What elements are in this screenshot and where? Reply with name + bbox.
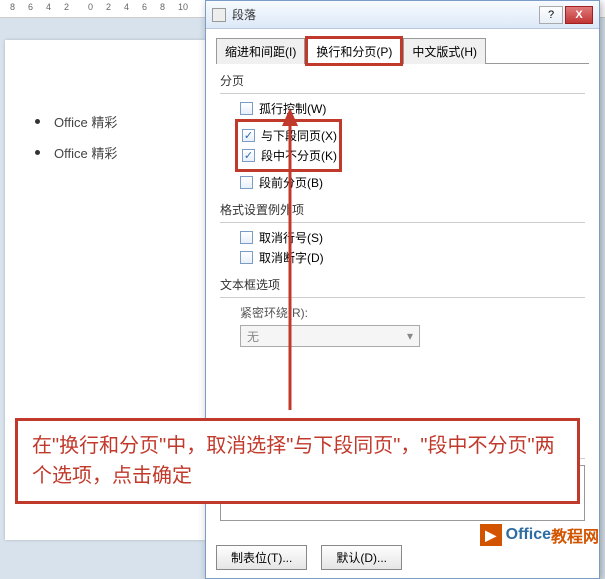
page-break-before-checkbox[interactable] <box>240 176 253 189</box>
dialog-title: 段落 <box>232 6 539 23</box>
checkbox-label: 段中不分页(K) <box>261 147 337 164</box>
watermark: ▶ Office 教程网 <box>480 523 599 547</box>
bullet-icon <box>35 150 40 155</box>
watermark-site: 教程网 <box>551 523 599 547</box>
ruler-mark: 6 <box>142 2 147 12</box>
ruler-mark: 8 <box>10 2 15 12</box>
keep-with-next-checkbox[interactable] <box>242 129 255 142</box>
checkbox-label: 取消行号(S) <box>259 229 323 246</box>
highlighted-options: 与下段同页(X) 段中不分页(K) <box>238 122 339 169</box>
list-item[interactable]: Office 精彩 <box>25 112 185 131</box>
ruler-mark: 2 <box>106 2 111 12</box>
suppress-line-numbers-checkbox[interactable] <box>240 231 253 244</box>
exceptions-group: 格式设置例外项 取消行号(S) 取消断字(D) <box>220 201 585 266</box>
instruction-callout: 在"换行和分页"中，取消选择"与下段同页"，"段中不分页"两个选项，点击确定 <box>15 418 580 504</box>
pagination-group: 分页 孤行控制(W) 与下段同页(X) 段中不分页(K) <box>220 72 585 191</box>
no-hyphenation-checkbox[interactable] <box>240 251 253 264</box>
divider <box>220 297 585 298</box>
widow-control-checkbox[interactable] <box>240 102 253 115</box>
dialog-titlebar[interactable]: 段落 ? X <box>206 1 599 29</box>
ruler-mark: 0 <box>88 2 93 12</box>
checkbox-label: 取消断字(D) <box>259 249 324 266</box>
group-label: 分页 <box>220 72 585 89</box>
divider <box>220 93 585 94</box>
tabstops-button[interactable]: 制表位(T)... <box>216 545 307 570</box>
ruler-mark: 2 <box>64 2 69 12</box>
checkbox-label: 段前分页(B) <box>259 174 323 191</box>
list-item[interactable]: Office 精彩 <box>25 143 185 162</box>
keep-lines-together-checkbox[interactable] <box>242 149 255 162</box>
help-button[interactable]: ? <box>539 6 563 24</box>
ruler-mark: 10 <box>178 2 188 12</box>
wrap-label: 紧密环绕(R): <box>240 304 585 321</box>
list-item-text: Office 精彩 <box>54 112 117 131</box>
logo-icon: ▶ <box>480 524 502 546</box>
close-button[interactable]: X <box>565 6 593 24</box>
ruler-mark: 4 <box>46 2 51 12</box>
textbox-options-group: 文本框选项 紧密环绕(R): 无 <box>220 276 585 347</box>
checkbox-label: 孤行控制(W) <box>259 100 326 117</box>
group-label: 格式设置例外项 <box>220 201 585 218</box>
tab-pagination[interactable]: 换行和分页(P) <box>307 38 401 64</box>
tight-wrap-select[interactable]: 无 <box>240 325 420 347</box>
list-item-text: Office 精彩 <box>54 143 117 162</box>
tab-indent-spacing[interactable]: 缩进和间距(I) <box>216 38 305 64</box>
tab-strip: 缩进和间距(I) 换行和分页(P) 中文版式(H) <box>206 29 599 63</box>
ruler-mark: 4 <box>124 2 129 12</box>
dialog-icon <box>212 8 226 22</box>
checkbox-label: 与下段同页(X) <box>261 127 337 144</box>
select-value: 无 <box>247 328 259 345</box>
default-button[interactable]: 默认(D)... <box>321 545 402 570</box>
watermark-office: Office <box>506 526 551 544</box>
ruler-mark: 8 <box>160 2 165 12</box>
group-label: 文本框选项 <box>220 276 585 293</box>
divider <box>220 222 585 223</box>
ruler-mark: 6 <box>28 2 33 12</box>
bullet-icon <box>35 119 40 124</box>
tab-chinese-typography[interactable]: 中文版式(H) <box>403 38 486 64</box>
